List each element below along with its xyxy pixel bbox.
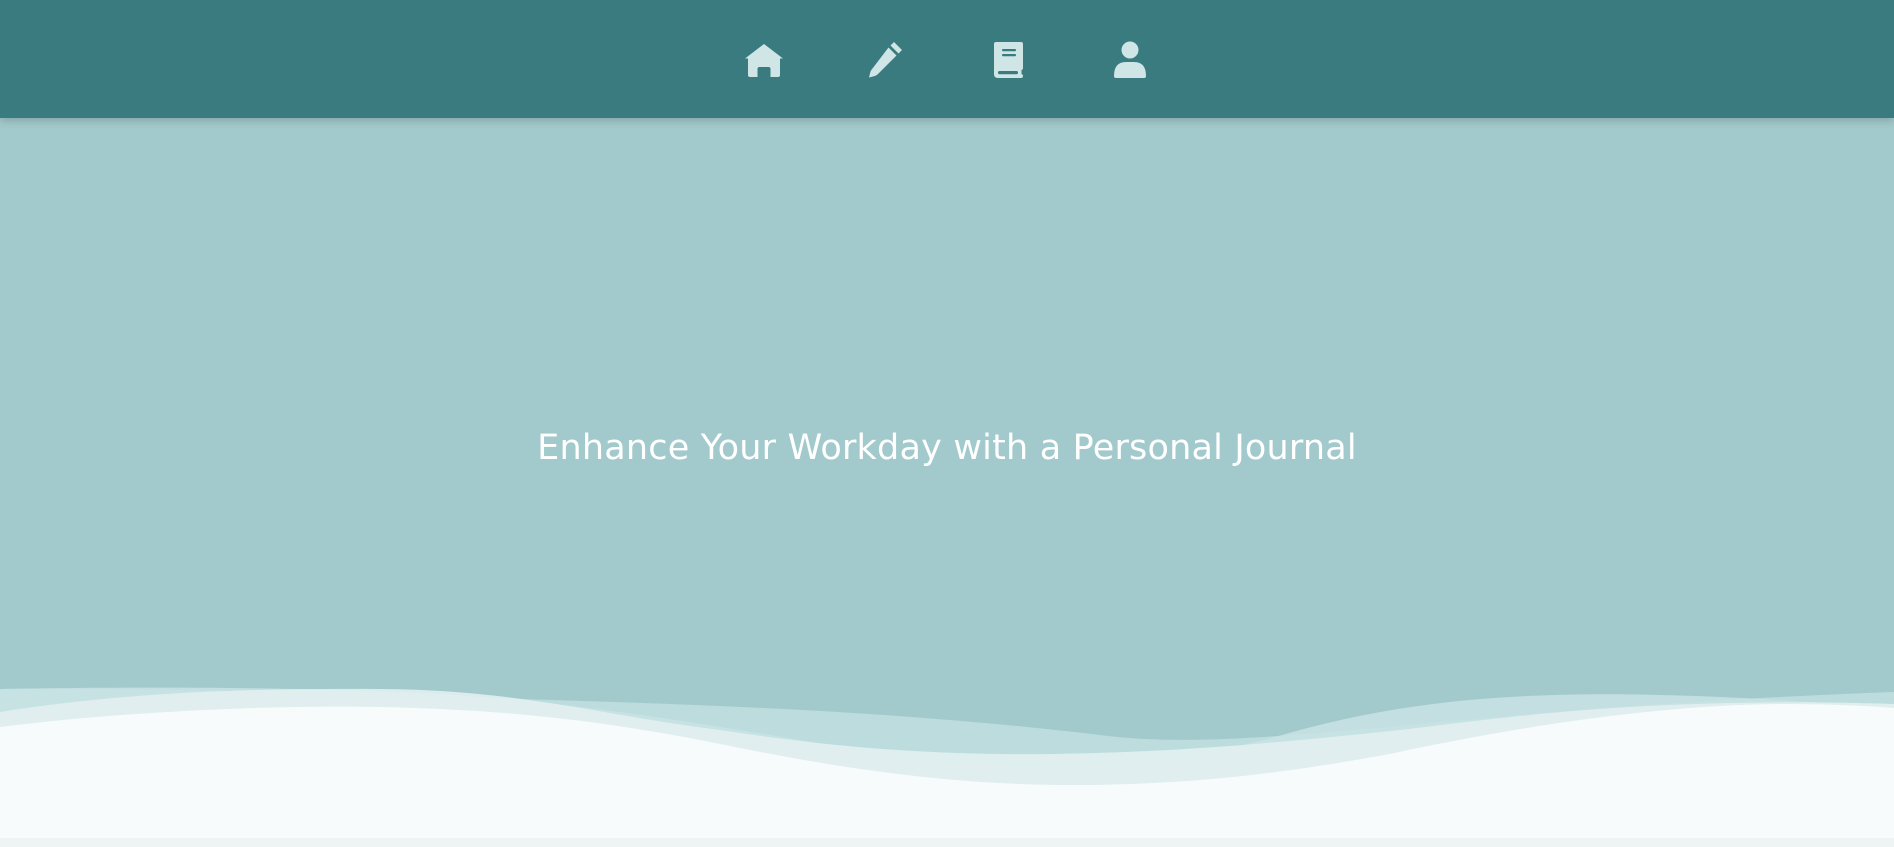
user-icon (1114, 41, 1146, 78)
nav-icon-group (0, 0, 1894, 118)
journal-book-icon (994, 42, 1023, 78)
hero-title: Enhance Your Workday with a Personal Jou… (537, 428, 1357, 469)
wave-graphic (0, 687, 1894, 847)
home-nav-button[interactable] (743, 38, 785, 80)
profile-nav-button[interactable] (1109, 38, 1151, 80)
top-navigation-bar (0, 0, 1894, 118)
bottom-divider (0, 838, 1894, 847)
journal-nav-button[interactable] (987, 38, 1029, 80)
page: Enhance Your Workday with a Personal Jou… (0, 0, 1894, 847)
decorative-waves (0, 660, 1894, 847)
pencil-icon (869, 42, 902, 78)
home-icon (745, 44, 783, 77)
write-nav-button[interactable] (865, 38, 907, 80)
